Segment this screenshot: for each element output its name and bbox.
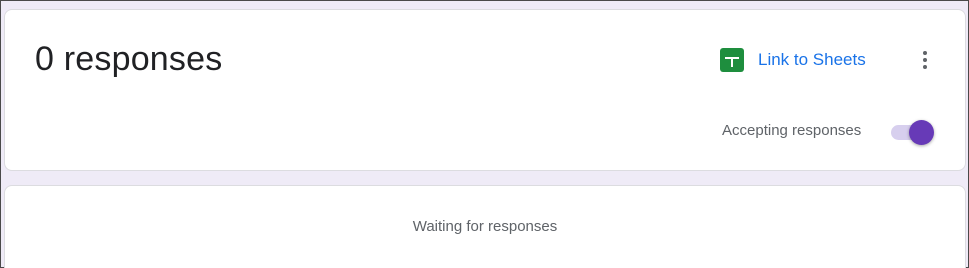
- responses-list-card: Waiting for responses: [4, 185, 966, 268]
- accepting-responses-label: Accepting responses: [722, 122, 862, 139]
- link-to-sheets-label: Link to Sheets: [758, 50, 866, 69]
- responses-summary-card: 0 responses Link to Sheets Accepting res…: [4, 9, 966, 171]
- toggle-thumb: [909, 120, 934, 145]
- link-to-sheets-button[interactable]: Link to Sheets: [720, 48, 866, 72]
- waiting-for-responses-text: Waiting for responses: [412, 218, 558, 235]
- responses-count-title: 0 responses: [35, 40, 223, 78]
- accepting-responses-toggle[interactable]: [889, 119, 937, 145]
- google-sheets-icon: [720, 48, 744, 72]
- more-options-icon[interactable]: [918, 48, 932, 72]
